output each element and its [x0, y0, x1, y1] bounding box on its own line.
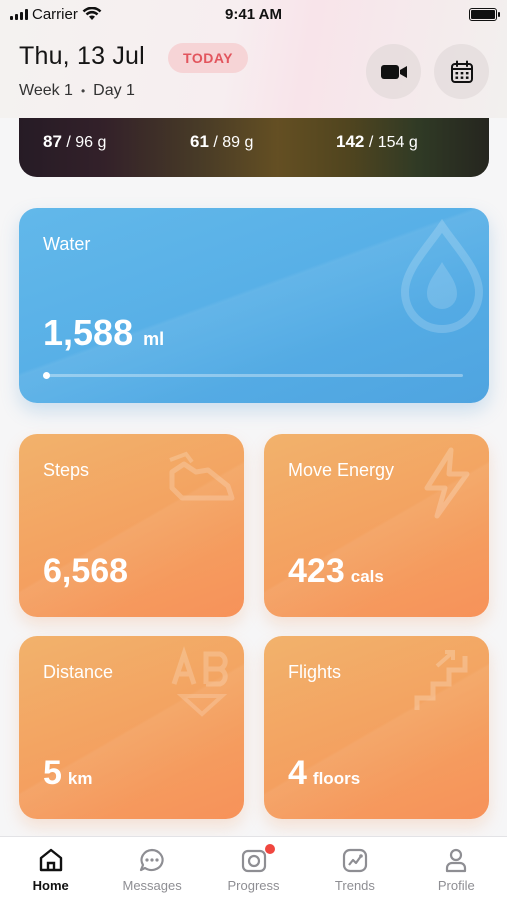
steps-number: 6,568 — [43, 552, 129, 590]
home-icon — [39, 848, 62, 872]
today-badge[interactable]: TODAY — [168, 43, 248, 73]
flights-value: 4 floors — [288, 754, 360, 793]
separator-dot: • — [80, 84, 86, 98]
calendar-icon — [450, 60, 473, 83]
video-button[interactable] — [366, 44, 421, 99]
week-day-line: Week 1 • Day 1 — [19, 82, 135, 100]
tab-bar: Home Messages Progress Trends Profile — [0, 836, 507, 900]
progress-notification-dot — [264, 844, 275, 854]
carrier-label: Carrier — [32, 5, 78, 23]
wifi-icon — [82, 7, 102, 20]
flights-title: Flights — [288, 662, 342, 682]
move-energy-title: Move Energy — [288, 460, 395, 480]
tab-trends[interactable]: Trends — [304, 837, 405, 900]
flights-unit: floors — [312, 769, 361, 788]
status-bar: Carrier 9:41 AM — [0, 0, 507, 28]
move-energy-number: 423 — [288, 552, 345, 590]
camera-icon — [241, 849, 266, 873]
steps-card[interactable]: Steps 6,568 — [19, 434, 244, 617]
date-title[interactable]: Thu, 13 Jul — [19, 42, 145, 71]
fat-value: 61 / 89 g — [190, 132, 254, 151]
distance-unit: km — [67, 769, 93, 788]
distance-card[interactable]: Distance 5 km — [19, 636, 244, 819]
distance-number: 5 — [43, 754, 62, 792]
water-progress-track — [43, 372, 463, 379]
water-value: 1,588 ml — [43, 312, 164, 354]
battery-icon — [469, 7, 500, 21]
water-title: Water — [43, 234, 91, 254]
carbs-value: 142 / 154 g — [336, 132, 418, 151]
distance-value: 5 km — [43, 754, 93, 793]
stairs-icon — [414, 650, 468, 710]
steps-value: 6,568 — [43, 552, 128, 591]
protein-value: 87 / 96 g — [43, 132, 107, 151]
lightning-icon — [424, 447, 470, 519]
signal-icon — [10, 8, 28, 20]
header: Carrier 9:41 AM Thu, 13 Jul TODAY Week 1… — [0, 0, 507, 118]
water-unit: ml — [143, 329, 165, 349]
tab-home-label: Home — [32, 878, 69, 893]
water-card[interactable]: Water 1,588 ml — [19, 208, 489, 403]
water-amount: 1,588 — [43, 312, 134, 353]
tab-messages[interactable]: Messages — [101, 837, 202, 900]
day-label: Day 1 — [93, 82, 135, 99]
tab-profile-label: Profile — [437, 878, 475, 893]
chat-icon — [140, 848, 164, 872]
move-energy-value: 423 cals — [288, 552, 384, 591]
a-to-b-icon — [171, 646, 228, 717]
tab-trends-label: Trends — [334, 878, 375, 893]
tab-messages-label: Messages — [122, 878, 182, 893]
flights-number: 4 — [288, 754, 307, 792]
steps-title: Steps — [43, 460, 90, 480]
person-icon — [446, 848, 467, 873]
week-label: Week 1 — [19, 82, 73, 99]
water-drop-icon — [400, 218, 484, 333]
trend-chart-icon — [342, 848, 368, 873]
tab-progress[interactable]: Progress — [203, 837, 304, 900]
tab-progress-label: Progress — [227, 878, 280, 893]
move-energy-unit: cals — [350, 567, 384, 586]
flights-card[interactable]: Flights 4 floors — [264, 636, 489, 819]
tab-home[interactable]: Home — [0, 837, 101, 900]
tab-profile[interactable]: Profile — [406, 837, 507, 900]
shoe-icon — [169, 451, 235, 501]
water-progress-knob[interactable] — [43, 372, 50, 379]
move-energy-card[interactable]: Move Energy 423 cals — [264, 434, 489, 617]
distance-title: Distance — [43, 662, 114, 682]
video-camera-icon — [380, 64, 407, 79]
calendar-button[interactable] — [434, 44, 489, 99]
